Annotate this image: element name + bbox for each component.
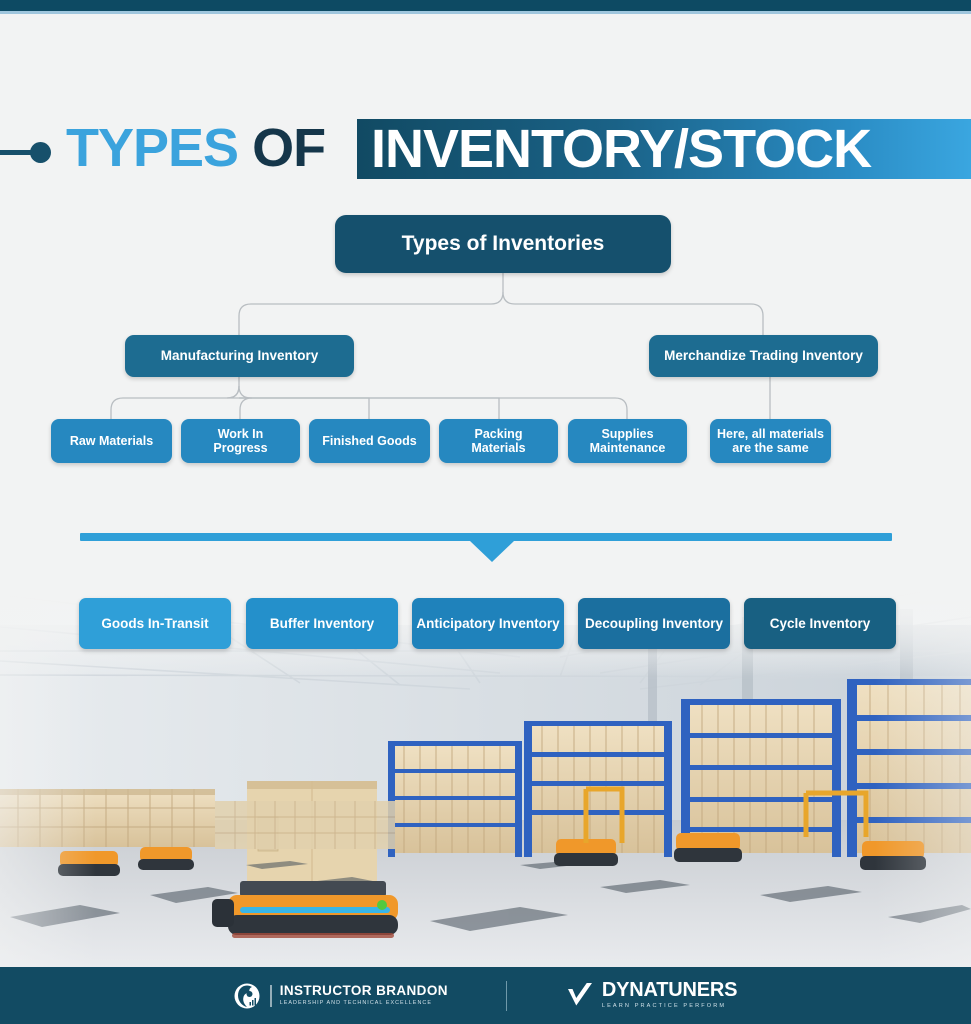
flow-step-goods-in-transit-label: Goods In-Transit xyxy=(101,616,209,631)
tree-leaf-raw-materials-label: Raw Materials xyxy=(69,434,154,448)
title-highlight: INVENTORY/STOCK xyxy=(371,119,872,179)
tree-leaf-here-all-materials-are-the-same-label: Here, all materials are the same xyxy=(716,427,824,455)
instructor-brandon-circle-logo-icon xyxy=(234,983,260,1008)
tree-node-merchandize-trading-inventory[interactable]: Merchandize Trading Inventory xyxy=(649,335,878,377)
tree-leaf-finished-goods-label: Finished Goods xyxy=(322,434,417,448)
top-bar-accent-line xyxy=(0,11,971,14)
tree-leaf-work-in-progress-label: Work In Progress xyxy=(213,427,268,455)
instructor-brandon-tagline: LEADERSHIP AND TECHNICAL EXCELLENCE xyxy=(279,1000,432,1007)
dynatuners-tagline: LEARN PRACTICE PERFORM xyxy=(601,1003,727,1010)
section-divider-bar xyxy=(80,533,892,541)
tree-leaf-packing-materials[interactable]: Packing Materials xyxy=(439,419,558,463)
tree-node-manufacturing-inventory[interactable]: Manufacturing Inventory xyxy=(125,335,354,377)
tree-leaf-packing-materials-label: Packing Materials xyxy=(471,427,526,455)
chevron-down-triangle-icon xyxy=(470,541,514,562)
flow-step-buffer-inventory[interactable]: Buffer Inventory xyxy=(246,598,398,649)
footer: INSTRUCTOR BRANDON LEADERSHIP AND TECHNI… xyxy=(0,967,971,1024)
inventory-flow-row: Goods In-Transit Buffer Inventory Antici… xyxy=(0,598,971,650)
flow-step-anticipatory-inventory[interactable]: Anticipatory Inventory xyxy=(412,598,564,649)
dynatuners-logo[interactable]: DYNATUNERS LEARN PRACTICE PERFORM xyxy=(565,979,738,1010)
title-part2: OF xyxy=(252,118,326,178)
logo-divider-rule xyxy=(269,984,272,1007)
instructor-brandon-logo[interactable]: INSTRUCTOR BRANDON LEADERSHIP AND TECHNI… xyxy=(234,982,448,1010)
instructor-brandon-name: INSTRUCTOR BRANDON xyxy=(279,982,448,998)
tree-leaf-supplies-maintenance-label: Supplies Maintenance xyxy=(589,427,666,455)
footer-separator xyxy=(505,980,507,1011)
flow-step-cycle-inventory-label: Cycle Inventory xyxy=(769,616,871,631)
flow-step-anticipatory-inventory-label: Anticipatory Inventory xyxy=(416,616,560,631)
flow-step-goods-in-transit[interactable]: Goods In-Transit xyxy=(79,598,231,649)
inventory-tree-diagram: Types of Inventories Manufacturing Inven… xyxy=(0,180,971,480)
dynatuners-checkmark-logo-icon xyxy=(567,983,592,1006)
pin-dot-icon xyxy=(30,142,51,163)
tree-leaf-supplies-maintenance[interactable]: Supplies Maintenance xyxy=(568,419,687,463)
tree-node-merchandize-trading-inventory-label: Merchandize Trading Inventory xyxy=(664,348,863,364)
tree-leaf-here-all-materials-are-the-same[interactable]: Here, all materials are the same xyxy=(710,419,831,463)
tree-node-manufacturing-inventory-label: Manufacturing Inventory xyxy=(160,348,319,364)
flow-step-cycle-inventory[interactable]: Cycle Inventory xyxy=(744,598,896,649)
tree-leaf-raw-materials[interactable]: Raw Materials xyxy=(51,419,172,463)
dynatuners-name: DYNATUNERS xyxy=(601,979,738,1002)
title-highlight-band: INVENTORY/STOCK xyxy=(357,119,971,179)
page-title: TYPES OF xyxy=(66,114,326,182)
flow-step-decoupling-inventory[interactable]: Decoupling Inventory xyxy=(578,598,730,649)
flow-step-buffer-inventory-label: Buffer Inventory xyxy=(269,616,375,631)
header: TYPES OF INVENTORY/STOCK xyxy=(0,57,971,179)
tree-node-root-label: Types of Inventories xyxy=(401,232,605,256)
title-part1: TYPES xyxy=(66,118,239,178)
top-bar xyxy=(0,0,971,11)
tree-node-root[interactable]: Types of Inventories xyxy=(335,215,671,273)
tree-leaf-finished-goods[interactable]: Finished Goods xyxy=(309,419,430,463)
infographic-page: TYPES OF INVENTORY/STOCK Types of Invent… xyxy=(0,0,971,1024)
tree-leaf-work-in-progress[interactable]: Work In Progress xyxy=(181,419,300,463)
flow-step-decoupling-inventory-label: Decoupling Inventory xyxy=(584,616,723,631)
